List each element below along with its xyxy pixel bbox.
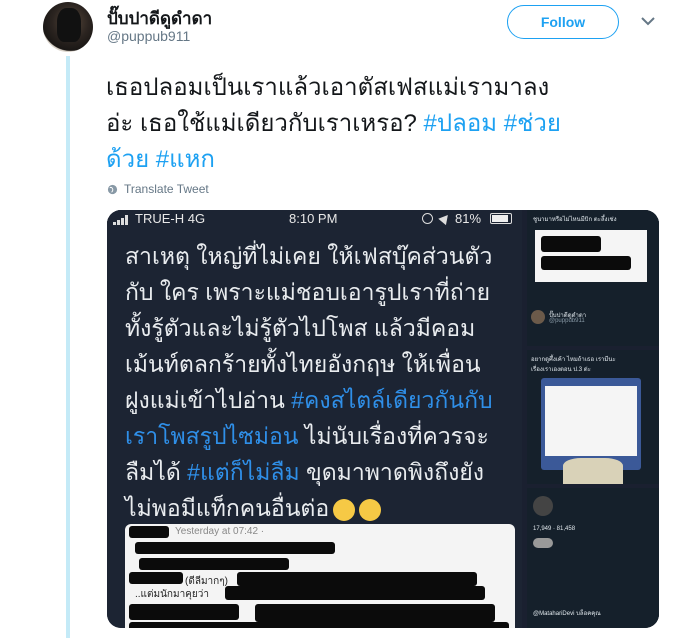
hashtag-link[interactable]: #ช่วย	[504, 110, 561, 137]
tweet-line-1: เธอปลอมเป็นเราแล้วเอาตัสเฟสแม่เรามาลง	[106, 74, 550, 101]
mini-avatar	[531, 310, 545, 324]
status-time: 8:10 PM	[289, 211, 338, 226]
follow-button[interactable]: Follow	[507, 5, 619, 39]
post-line: ..แต่มนักมาคุยว่า	[135, 589, 209, 600]
phone-status-bar: TRUE-H 4G 8:10 PM 81%	[107, 210, 522, 228]
redaction-bar	[139, 558, 289, 570]
carrier-label: TRUE-H 4G	[135, 211, 206, 226]
alarm-icon	[422, 213, 433, 224]
thumbnail-panel[interactable]: อยากดูศึ้งเค้า ไหมถ้าเธอ เรามีนะ เรื่องเ…	[527, 350, 659, 484]
phone-screenshot[interactable]: TRUE-H 4G 8:10 PM 81% สาเหตุ ใหญ่ที่ไม่เ…	[107, 210, 522, 628]
screenshot-hashtag: #แต่ก็ไม่ลืม	[187, 459, 300, 485]
redaction-bar	[225, 586, 485, 600]
mini-stats: 17,949 · 81,458	[533, 526, 576, 532]
tweet-text: เธอปลอมเป็นเราแล้วเอาตัสเฟสแม่เรามาลง อ่…	[106, 70, 681, 178]
redaction-bar	[129, 622, 509, 628]
screenshot-line: ทั้งรู้ตัวและไม่รู้ตัวไปโพส แล้วมีคอม	[125, 315, 476, 341]
screenshot-text: สาเหตุ ใหญ่ที่ไม่เคย ให้เฟสบุ๊คส่วนตัว ก…	[125, 238, 515, 526]
redaction-bar	[541, 256, 631, 270]
translate-label: Translate Tweet	[124, 182, 209, 196]
screenshot-hashtag: เราโพสรูปไซม่อน	[125, 423, 299, 449]
emoji-sleepy-icon	[333, 498, 356, 521]
mini-handle: @puppub911	[549, 318, 585, 324]
mini-text: ชูนามาหรือไม่ไหนมีบิก ตะลึ้งเช่ง	[533, 217, 617, 223]
redaction-bar	[541, 236, 601, 252]
thumbnail-panel[interactable]: ชูนามาหรือไม่ไหนมีบิก ตะลึ้งเช่ง ปั๊บปาด…	[527, 210, 659, 346]
battery-icon	[490, 213, 512, 224]
post-timestamp: Yesterday at 07:42 ·	[175, 526, 265, 537]
mini-text: เรื่องเราเองตอน ป.3 ด่ะ	[531, 367, 591, 373]
redaction-bar	[129, 604, 239, 620]
user-handle[interactable]: @puppub911	[107, 28, 190, 44]
screenshot-line: ฝูงแม่เข้าไปอ่าน #คงสไตล์เดียวกันกับ	[125, 382, 515, 418]
screenshot-line-text: ไม่พอมีแท็กคนอื่นต่อ	[125, 495, 330, 521]
hashtag-link[interactable]: #แหก	[156, 146, 215, 173]
redaction-bar	[255, 604, 495, 622]
screenshot-line-text: ขุดมาพาดพิงถึงยัง	[299, 459, 485, 485]
hashtag-link[interactable]: #ปลอม	[424, 110, 498, 137]
screenshot-line: เม้นท์ตลกร้ายทั้งไทยอังกฤษ ให้เพื่อน	[125, 351, 481, 377]
mini-avatar	[533, 538, 553, 548]
screenshot-line-text: ลืมได้	[125, 459, 188, 485]
screenshot-line: เราโพสรูปไซม่อน ไม่นับเรื่องที่ควรจะ	[125, 418, 515, 454]
thumbnail-image	[545, 386, 637, 456]
screenshot-line: สาเหตุ ใหญ่ที่ไม่เคย ให้เฟสบุ๊คส่วนตัว	[125, 243, 493, 269]
screenshot-line: ไม่พอมีแท็กคนอื่นต่อ	[125, 490, 515, 526]
thumbnail-image	[563, 458, 623, 484]
screenshot-line: ลืมได้ #แต่ก็ไม่ลืม ขุดมาพาดพิงถึงยัง	[125, 454, 515, 490]
thumbnail-panel[interactable]: 17,949 · 81,458 @MatahariDevi บล็อคคุณ	[527, 488, 659, 628]
battery-percent: 81%	[455, 211, 482, 226]
screenshot-hashtag: #คงสไตล์เดียวกันกับ	[291, 387, 493, 413]
signal-icon	[113, 215, 128, 225]
tweet-line-2: อ่ะ เธอใช้แม่เดียวกับเราเหรอ? #ปลอม #ช่ว…	[106, 106, 681, 142]
chevron-down-icon[interactable]	[641, 16, 655, 26]
side-thumbnails: ชูนามาหรือไม่ไหนมีบิก ตะลึ้งเช่ง ปั๊บปาด…	[527, 210, 659, 628]
screenshot-line-text: ไม่นับเรื่องที่ควรจะ	[298, 423, 489, 449]
thread-line	[66, 56, 70, 638]
tweet-media[interactable]: TRUE-H 4G 8:10 PM 81% สาเหตุ ใหญ่ที่ไม่เ…	[107, 210, 659, 628]
facebook-post-card: Yesterday at 07:42 · (ดีลีมากๆ) ..แต่มนั…	[125, 524, 515, 628]
screenshot-line-text: ฝูงแม่เข้าไปอ่าน	[125, 387, 292, 413]
screenshot-line: กับ ใคร เพราะแม่ชอบเอารูปเราที่ถ่าย	[125, 279, 491, 305]
redaction-bar	[129, 572, 183, 584]
avatar[interactable]	[43, 2, 93, 52]
mini-avatar	[533, 496, 553, 516]
redaction-bar	[135, 542, 335, 554]
mini-text: อยากดูศึ้งเค้า ไหมถ้าเธอ เรามีนะ	[531, 357, 616, 363]
emoji-crying-icon	[359, 498, 382, 521]
redaction-bar	[129, 526, 169, 538]
globe-icon	[107, 184, 118, 194]
tweet-line-2-text: อ่ะ เธอใช้แม่เดียวกับเราเหรอ?	[106, 110, 424, 137]
tweet-line-3: ด้วย #แหก	[106, 142, 681, 178]
hashtag-link[interactable]: ด้วย	[106, 146, 149, 173]
location-icon	[438, 211, 452, 226]
redaction-bar	[237, 572, 477, 586]
translate-tweet-link[interactable]: Translate Tweet	[107, 182, 209, 196]
mini-handle: @MatahariDevi บล็อคคุณ	[533, 611, 601, 617]
